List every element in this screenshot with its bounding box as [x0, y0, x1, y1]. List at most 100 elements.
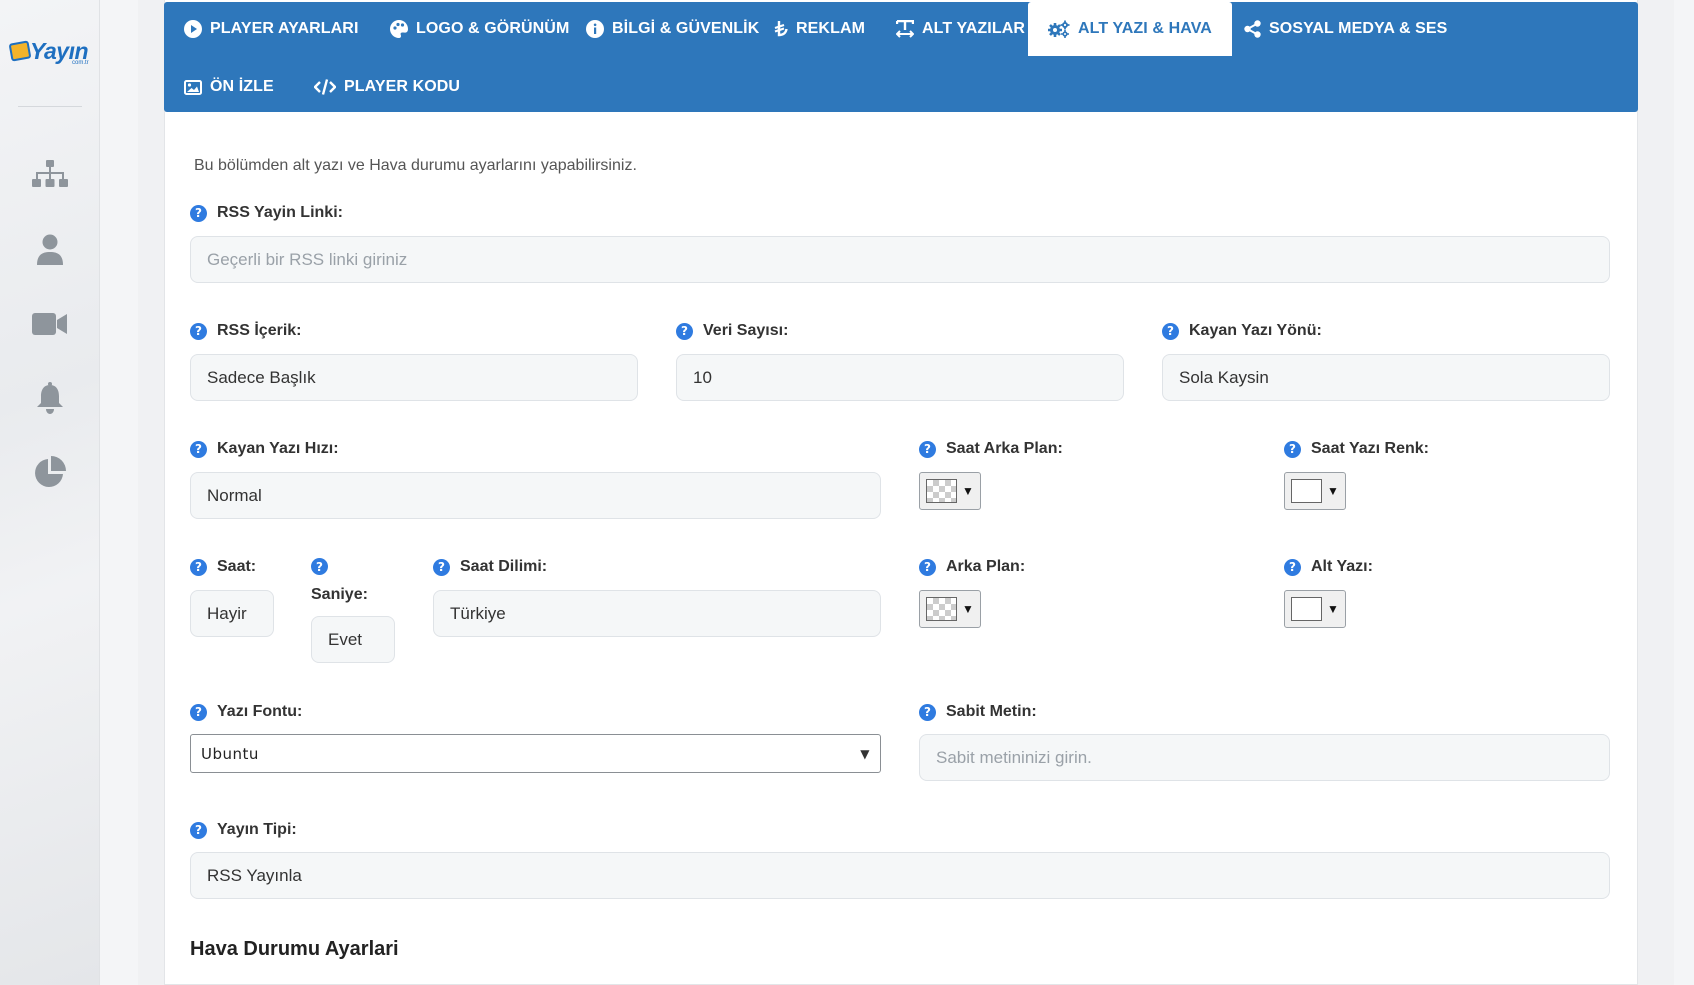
label-text: RSS Yayin Linki:	[217, 204, 343, 221]
dropdown-arrow-icon: ▼	[1327, 602, 1339, 616]
tab-label: BİLGİ & GÜVENLİK	[612, 20, 760, 37]
fixed-text-label: ? Sabit Metin:	[919, 703, 1037, 721]
help-icon[interactable]: ?	[190, 204, 207, 222]
sidebar-divider	[18, 106, 82, 107]
select-value: Normal	[207, 485, 262, 505]
input-placeholder: Sabit metininizi girin.	[936, 747, 1092, 767]
label-text: Saniye:	[311, 586, 368, 603]
pie-chart-icon[interactable]	[30, 454, 70, 490]
help-icon[interactable]: ?	[190, 558, 207, 576]
sidebar: Yayın com.tr	[0, 0, 100, 985]
seconds-select[interactable]: Evet	[311, 616, 395, 663]
tab-label: ALT YAZI & HAVA	[1078, 20, 1212, 37]
scroll-direction-label: ? Kayan Yazı Yönü:	[1162, 322, 1322, 340]
dropdown-arrow-icon: ▼	[1327, 484, 1339, 498]
data-count-input[interactable]: 10	[676, 354, 1124, 401]
chevron-down-icon: ▼	[860, 746, 870, 761]
rss-link-label: ? RSS Yayin Linki:	[190, 204, 343, 222]
clock-select[interactable]: Hayir	[190, 590, 274, 637]
tab-reklam[interactable]: REKLAM	[754, 2, 885, 56]
user-icon[interactable]	[30, 232, 70, 268]
tab-label: PLAYER AYARLARI	[210, 20, 359, 37]
rss-content-select[interactable]: Sadece Başlık	[190, 354, 638, 401]
tab-label: REKLAM	[796, 20, 866, 37]
timezone-label: ? Saat Dilimi:	[433, 558, 547, 576]
help-icon[interactable]: ?	[919, 558, 936, 576]
select-value: Ubuntu	[201, 744, 259, 763]
help-icon[interactable]: ?	[433, 558, 450, 576]
help-icon[interactable]: ?	[190, 703, 207, 721]
tab-alt-yazilar[interactable]: ALT YAZILAR	[876, 2, 1045, 56]
tab-player-ayarlari[interactable]: PLAYER AYARLARI	[164, 2, 379, 56]
font-select[interactable]: Ubuntu ▼	[190, 734, 881, 773]
share-icon	[1244, 20, 1261, 38]
select-value: Sola Kaysin	[1179, 367, 1269, 387]
label-text: Kayan Yazı Yönü:	[1189, 322, 1322, 339]
label-text: Saat:	[217, 558, 257, 575]
label-text: Arka Plan:	[946, 558, 1026, 575]
input-placeholder: Geçerli bir RSS linki giriniz	[207, 249, 408, 269]
tab-sosyal-medya-ses[interactable]: SOSYAL MEDYA & SES	[1224, 2, 1467, 56]
tab-bilgi-guvenlik[interactable]: BİLGİ & GÜVENLİK	[566, 2, 779, 56]
tab-player-kodu[interactable]: PLAYER KODU	[294, 60, 480, 114]
tab-alt-yazi-hava[interactable]: ALT YAZI & HAVA	[1028, 2, 1232, 56]
clock-text-color-picker[interactable]: ▼	[1284, 472, 1346, 510]
help-icon[interactable]: ?	[1284, 440, 1301, 458]
select-value: Hayir	[207, 603, 247, 623]
select-value: Türkiye	[450, 603, 506, 623]
data-count-label: ? Veri Sayısı:	[676, 322, 788, 340]
help-icon[interactable]: ?	[1284, 558, 1301, 576]
broadcast-type-label: ? Yayın Tipi:	[190, 821, 297, 839]
lira-icon	[774, 21, 788, 37]
label-text: Saat Arka Plan:	[946, 440, 1063, 457]
scroll-speed-label: ? Kayan Yazı Hızı:	[190, 440, 339, 458]
yayin-logo[interactable]: Yayın com.tr	[8, 38, 92, 68]
label-text: Yazı Fontu:	[217, 703, 303, 720]
text-width-icon	[896, 20, 914, 38]
timezone-select[interactable]: Türkiye	[433, 590, 881, 637]
help-icon[interactable]: ?	[190, 821, 207, 839]
help-icon[interactable]: ?	[190, 440, 207, 458]
clock-bg-label: ? Saat Arka Plan:	[919, 440, 1063, 458]
help-icon[interactable]: ?	[676, 322, 693, 340]
font-label: ? Yazı Fontu:	[190, 703, 302, 721]
help-icon[interactable]: ?	[311, 558, 328, 575]
settings-tabbar: PLAYER AYARLARI LOGO & GÖRÜNÜM BİLGİ & G…	[164, 2, 1638, 112]
tab-on-izle[interactable]: ÖN İZLE	[164, 60, 294, 114]
transparent-swatch	[926, 479, 957, 503]
logo-suffix: com.tr	[72, 60, 89, 66]
tab-label: LOGO & GÖRÜNÜM	[416, 20, 570, 37]
tab-label: ALT YAZILAR	[922, 20, 1026, 37]
scroll-direction-select[interactable]: Sola Kaysin	[1162, 354, 1610, 401]
sitemap-icon[interactable]	[30, 158, 70, 194]
help-icon[interactable]: ?	[190, 322, 207, 340]
scroll-speed-select[interactable]: Normal	[190, 472, 881, 519]
help-icon[interactable]: ?	[1162, 322, 1179, 340]
clock-bg-color-picker[interactable]: ▼	[919, 472, 981, 510]
label-text: Saat Dilimi:	[460, 558, 548, 575]
white-swatch	[1291, 597, 1322, 621]
select-value: Sadece Başlık	[207, 367, 316, 387]
tab-label: ÖN İZLE	[210, 78, 274, 95]
logo-badge-icon	[8, 40, 32, 62]
video-camera-icon[interactable]	[30, 306, 70, 342]
dropdown-arrow-icon: ▼	[962, 484, 974, 498]
help-icon[interactable]: ?	[919, 703, 936, 721]
dropdown-arrow-icon: ▼	[962, 602, 974, 616]
tab-logo-gorunum[interactable]: LOGO & GÖRÜNÜM	[370, 2, 589, 56]
clock-text-color-label: ? Saat Yazı Renk:	[1284, 440, 1429, 458]
fixed-text-input[interactable]: Sabit metininizi girin.	[919, 734, 1610, 781]
help-icon[interactable]: ?	[919, 440, 936, 458]
label-text: Saat Yazı Renk:	[1311, 440, 1429, 457]
rss-link-input[interactable]: Geçerli bir RSS linki giriniz	[190, 236, 1610, 283]
background-color-picker[interactable]: ▼	[919, 590, 981, 628]
play-circle-icon	[184, 20, 202, 38]
subtitle-color-picker[interactable]: ▼	[1284, 590, 1346, 628]
code-icon	[314, 79, 336, 95]
info-circle-icon	[586, 20, 604, 38]
background-label: ? Arka Plan:	[919, 558, 1025, 576]
label-text: Veri Sayısı:	[703, 322, 789, 339]
broadcast-type-select[interactable]: RSS Yayınla	[190, 852, 1610, 899]
bell-icon[interactable]	[30, 380, 70, 416]
select-value: Evet	[328, 629, 363, 649]
